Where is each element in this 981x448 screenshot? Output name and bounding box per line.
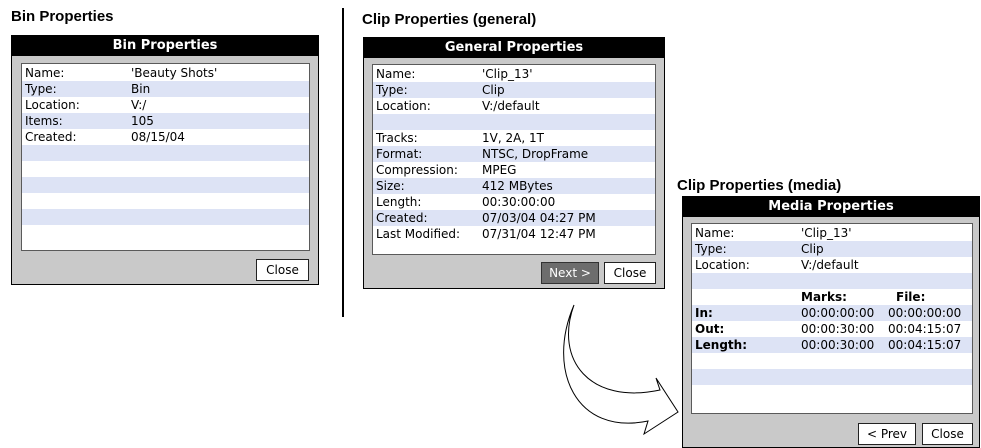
empty-row <box>22 193 309 209</box>
property-row: Type: Clip <box>692 241 972 257</box>
media-properties-dialog: Media Properties Name: 'Clip_13' Type: C… <box>682 196 980 448</box>
property-label: Items: <box>25 114 63 128</box>
marks-timecode: 00:00:30:00 <box>801 338 875 352</box>
properties-list: Name: 'Beauty Shots' Type: Bin Location:… <box>21 63 310 251</box>
property-value: NTSC, DropFrame <box>482 147 589 161</box>
property-label: Tracks: <box>376 131 418 145</box>
property-value: 105 <box>131 114 154 128</box>
property-label: Compression: <box>376 163 458 177</box>
property-label: Created: <box>25 130 77 144</box>
timecode-row: Out: 00:00:30:00 00:04:15:07 <box>692 321 972 337</box>
bin-properties-caption: Bin Properties <box>11 8 114 25</box>
property-value: 412 MBytes <box>482 179 553 193</box>
timecode-label: Length: <box>695 338 747 352</box>
property-row: Last Modified: 07/31/04 12:47 PM <box>373 226 655 242</box>
timecode-row: Length: 00:00:30:00 00:04:15:07 <box>692 337 972 353</box>
clip-media-caption: Clip Properties (media) <box>677 177 842 194</box>
property-row: Items: 105 <box>22 113 309 129</box>
property-value: MPEG <box>482 163 517 177</box>
empty-row <box>692 353 972 369</box>
empty-row <box>22 225 309 241</box>
property-value: Clip <box>801 242 824 256</box>
property-row: Location: V:/ <box>22 97 309 113</box>
property-value: V:/default <box>801 258 859 272</box>
property-label: Created: <box>376 211 428 225</box>
property-label: Location: <box>695 258 750 272</box>
timecode-row: In: 00:00:00:00 00:00:00:00 <box>692 305 972 321</box>
empty-row <box>373 114 655 130</box>
property-label: Location: <box>25 98 80 112</box>
timecode-label: Out: <box>695 322 725 336</box>
dialog-title: Media Properties <box>683 197 979 217</box>
property-value: 'Beauty Shots' <box>131 66 218 80</box>
property-value: 07/31/04 12:47 PM <box>482 227 596 241</box>
close-button[interactable]: Close <box>604 262 656 284</box>
dialog-title: Bin Properties <box>12 36 318 56</box>
property-row: Compression: MPEG <box>373 162 655 178</box>
property-label: Type: <box>376 83 408 97</box>
empty-row <box>22 145 309 161</box>
clip-general-caption: Clip Properties (general) <box>362 11 537 28</box>
dialog-title: General Properties <box>364 38 664 58</box>
property-label: Type: <box>695 242 727 256</box>
timecode-label: In: <box>695 306 713 320</box>
bin-properties-dialog: Bin Properties Name: 'Beauty Shots' Type… <box>11 35 319 285</box>
property-row: Created: 08/15/04 <box>22 129 309 145</box>
property-label: Type: <box>25 82 57 96</box>
property-label: Length: <box>376 195 422 209</box>
property-row: Created: 07/03/04 04:27 PM <box>373 210 655 226</box>
property-value: 1V, 2A, 1T <box>482 131 544 145</box>
property-row: Type: Bin <box>22 81 309 97</box>
property-row: Length: 00:30:00:00 <box>373 194 655 210</box>
empty-row <box>692 385 972 401</box>
transition-arrow-icon <box>563 304 679 436</box>
file-timecode: 00:04:15:07 <box>888 322 962 336</box>
file-column-header: File: <box>896 290 926 304</box>
property-row: Location: V:/default <box>692 257 972 273</box>
general-properties-dialog: General Properties Name: 'Clip_13' Type:… <box>363 37 665 289</box>
property-label: Size: <box>376 179 405 193</box>
property-value: 07/03/04 04:27 PM <box>482 211 596 225</box>
properties-list: Name: 'Clip_13' Type: Clip Location: V:/… <box>691 223 973 414</box>
file-timecode: 00:04:15:07 <box>888 338 962 352</box>
empty-row <box>22 161 309 177</box>
property-label: Name: <box>376 67 416 81</box>
close-button[interactable]: Close <box>922 423 973 445</box>
property-value: Bin <box>131 82 151 96</box>
property-label: Name: <box>25 66 65 80</box>
property-value: 'Clip_13' <box>482 67 533 81</box>
property-row: Name: 'Beauty Shots' <box>22 65 309 81</box>
property-row: Type: Clip <box>373 82 655 98</box>
section-divider <box>342 8 344 317</box>
property-value: 'Clip_13' <box>801 226 852 240</box>
empty-row <box>22 177 309 193</box>
marks-timecode: 00:00:30:00 <box>801 322 875 336</box>
property-row: Name: 'Clip_13' <box>692 225 972 241</box>
property-label: Format: <box>376 147 423 161</box>
next-button[interactable]: Next > <box>541 262 599 284</box>
file-timecode: 00:00:00:00 <box>888 306 962 320</box>
empty-row <box>692 369 972 385</box>
empty-row <box>692 273 972 289</box>
timecode-header-row: Marks: File: <box>692 289 972 305</box>
property-row: Size: 412 MBytes <box>373 178 655 194</box>
empty-row <box>22 209 309 225</box>
property-row: Format: NTSC, DropFrame <box>373 146 655 162</box>
property-label: Name: <box>695 226 735 240</box>
close-button[interactable]: Close <box>256 259 309 281</box>
property-value: Clip <box>482 83 505 97</box>
property-row: Name: 'Clip_13' <box>373 66 655 82</box>
property-value: 08/15/04 <box>131 130 185 144</box>
prev-button[interactable]: < Prev <box>858 423 916 445</box>
property-value: V:/default <box>482 99 540 113</box>
property-label: Last Modified: <box>376 227 461 241</box>
marks-timecode: 00:00:00:00 <box>801 306 875 320</box>
property-row: Location: V:/default <box>373 98 655 114</box>
property-label: Location: <box>376 99 431 113</box>
property-row: Tracks: 1V, 2A, 1T <box>373 130 655 146</box>
marks-column-header: Marks: <box>801 290 847 304</box>
property-value: V:/ <box>131 98 147 112</box>
property-value: 00:30:00:00 <box>482 195 556 209</box>
properties-list: Name: 'Clip_13' Type: Clip Location: V:/… <box>372 64 656 255</box>
